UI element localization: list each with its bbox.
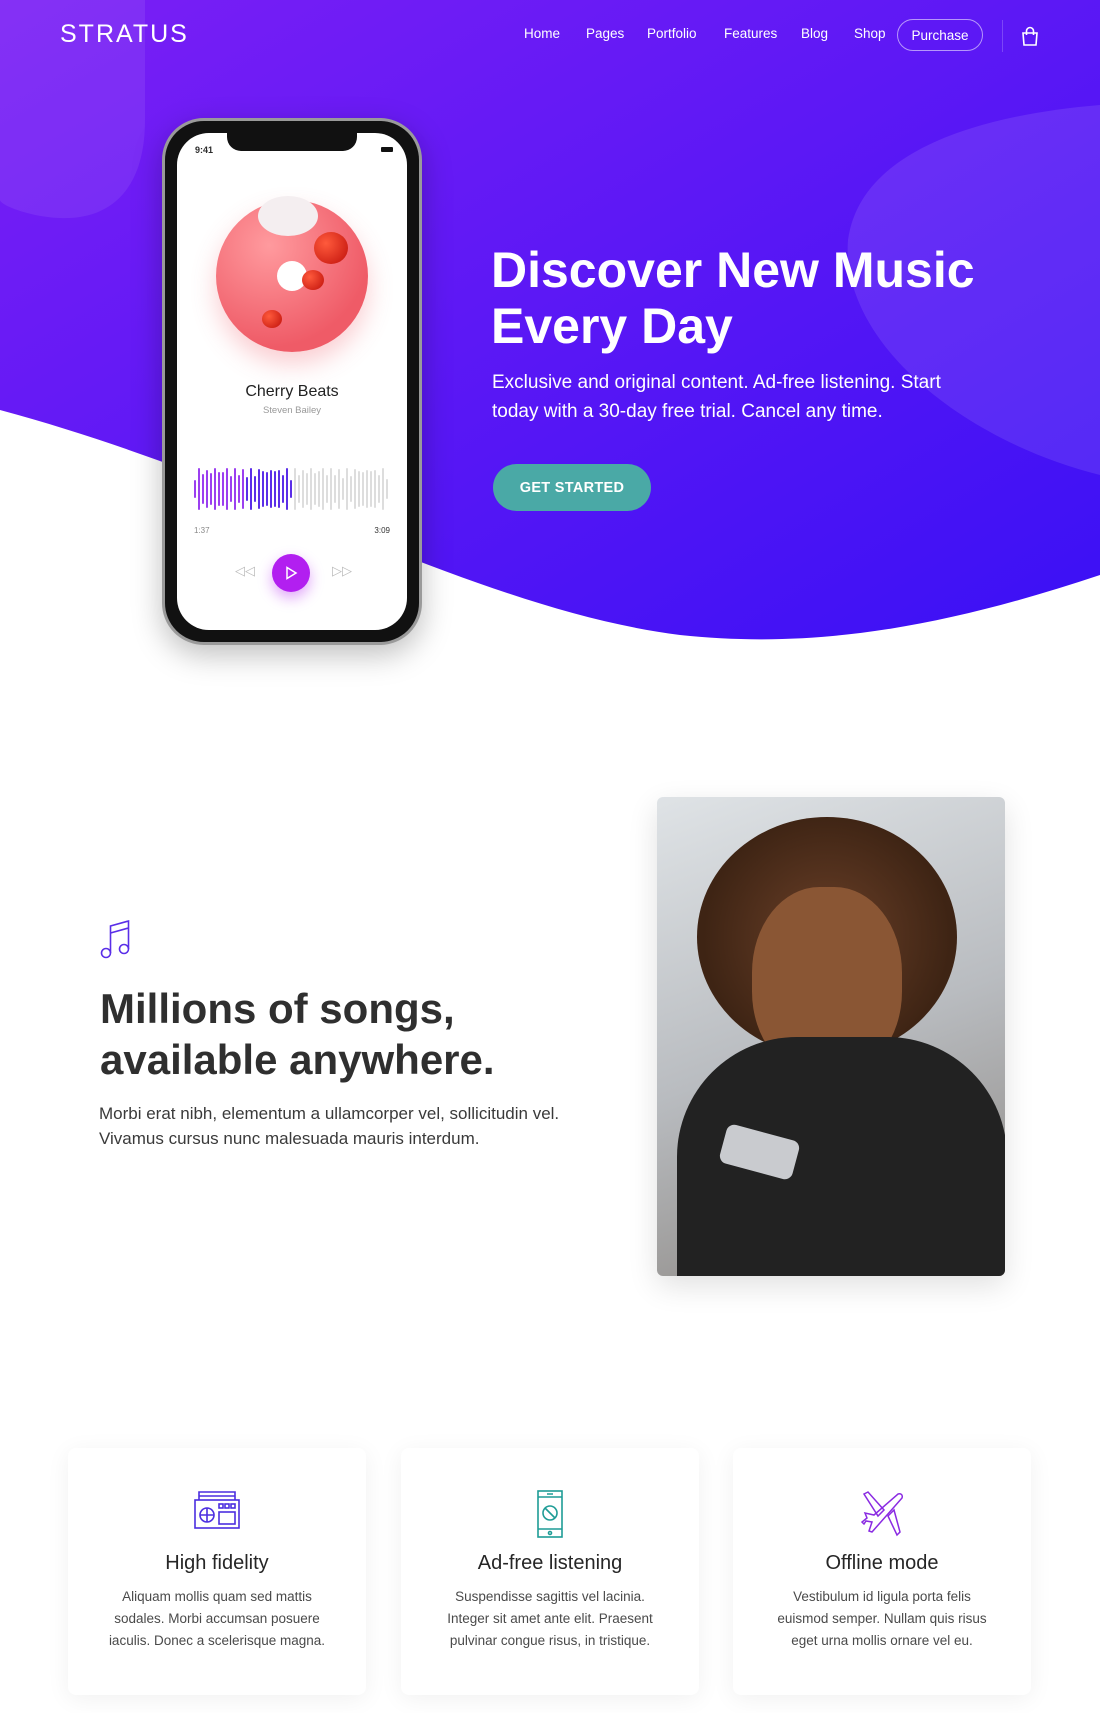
waveform-bar bbox=[266, 471, 268, 506]
waveform-bar bbox=[194, 480, 196, 498]
waveform-bar bbox=[338, 469, 340, 509]
airplane-icon bbox=[860, 1491, 903, 1537]
waveform-bar bbox=[326, 475, 328, 503]
nav-shop[interactable]: Shop bbox=[854, 26, 886, 41]
waveform-bar bbox=[290, 479, 292, 499]
nav-home[interactable]: Home bbox=[524, 26, 560, 41]
feature-title: High fidelity bbox=[165, 1552, 269, 1574]
feature-text: Aliquam mollis quam sed mattis sodales. … bbox=[108, 1589, 326, 1648]
waveform-bar bbox=[258, 468, 260, 510]
feature-title: Offline mode bbox=[825, 1552, 939, 1574]
shopping-bag-icon[interactable] bbox=[1021, 26, 1039, 46]
waveform-bar bbox=[198, 468, 200, 510]
waveform-bar bbox=[354, 468, 356, 510]
waveform-bar bbox=[346, 468, 348, 510]
waveform-bar bbox=[274, 471, 276, 507]
waveform-bar bbox=[334, 474, 336, 504]
waveform-bar bbox=[278, 470, 280, 508]
nav-blog[interactable]: Blog bbox=[801, 26, 828, 41]
waveform-bar bbox=[210, 473, 212, 505]
feature-card-ad-free: Ad-free listening Suspendisse sagittis v… bbox=[401, 1448, 699, 1695]
waveform-bar bbox=[366, 470, 368, 508]
phone-mockup: 9:41 Cherry Beats Steven Bailey 1:37 3:0… bbox=[162, 118, 422, 645]
waveform-bar bbox=[374, 470, 376, 508]
feature-card-offline: Offline mode Vestibulum id ligula porta … bbox=[733, 1448, 1031, 1695]
waveform-bar bbox=[242, 469, 244, 509]
nav-pages[interactable]: Pages bbox=[586, 26, 624, 41]
waveform-bar bbox=[250, 468, 252, 510]
waveform-bar bbox=[206, 469, 208, 509]
track-artist: Steven Bailey bbox=[262, 405, 322, 416]
waveform-bar bbox=[318, 471, 320, 507]
waveform-bar bbox=[230, 475, 232, 503]
radio-icon bbox=[194, 1491, 240, 1529]
waveform-bar bbox=[370, 470, 372, 508]
waveform-bar bbox=[322, 468, 324, 510]
waveform-bar bbox=[218, 472, 220, 506]
feature-text: Suspendisse sagittis vel lacinia. Intege… bbox=[447, 1589, 653, 1648]
get-started-button[interactable]: GET STARTED bbox=[493, 464, 651, 511]
section-title: Millions of songs, available anywhere. bbox=[100, 985, 495, 1083]
waveform-bar bbox=[350, 476, 352, 502]
feature-title: Ad-free listening bbox=[477, 1552, 623, 1574]
waveform-bar bbox=[246, 477, 248, 501]
waveform-progress[interactable] bbox=[194, 467, 390, 511]
battery-icon bbox=[381, 147, 393, 152]
waveform-bar bbox=[294, 468, 296, 510]
waveform-bar bbox=[214, 468, 216, 510]
play-button[interactable] bbox=[272, 554, 310, 592]
waveform-bar bbox=[270, 470, 272, 508]
hero-subtitle: Exclusive and original content. Ad-free … bbox=[492, 372, 941, 422]
waveform-bar bbox=[298, 474, 300, 504]
waveform-bar bbox=[342, 477, 344, 501]
nav-portfolio[interactable]: Portfolio bbox=[647, 26, 697, 41]
track-title: Cherry Beats bbox=[245, 383, 339, 400]
waveform-bar bbox=[238, 475, 240, 503]
waveform-bar bbox=[222, 471, 224, 507]
nav-features[interactable]: Features bbox=[724, 26, 777, 41]
rewind-icon[interactable]: ◁◁ bbox=[235, 563, 255, 579]
waveform-bar bbox=[386, 479, 388, 499]
waveform-bar bbox=[314, 472, 316, 506]
status-time: 9:41 bbox=[195, 145, 214, 155]
waveform-bar bbox=[306, 473, 308, 505]
waveform-bar bbox=[378, 474, 380, 504]
elapsed-time: 1:37 bbox=[194, 526, 210, 535]
waveform-bar bbox=[362, 471, 364, 507]
play-icon bbox=[286, 566, 298, 580]
hero-title: Discover New Music Every Day bbox=[491, 242, 975, 354]
no-ads-phone-icon bbox=[537, 1490, 563, 1538]
waveform-bar bbox=[202, 474, 204, 504]
waveform-bar bbox=[302, 469, 304, 509]
fast-forward-icon[interactable]: ▷▷ bbox=[332, 563, 352, 579]
waveform-bar bbox=[226, 468, 228, 510]
waveform-bar bbox=[234, 468, 236, 510]
waveform-bar bbox=[282, 475, 284, 503]
waveform-bar bbox=[382, 468, 384, 510]
waveform-bar bbox=[262, 470, 264, 508]
waveform-bar bbox=[254, 476, 256, 502]
duration-time: 3:09 bbox=[374, 526, 390, 535]
feature-text: Vestibulum id ligula porta felis euismod… bbox=[777, 1589, 987, 1648]
waveform-bar bbox=[286, 468, 288, 510]
feature-card-high-fidelity: High fidelity Aliquam mollis quam sed ma… bbox=[68, 1448, 366, 1695]
waveform-bar bbox=[358, 470, 360, 508]
purchase-button[interactable]: Purchase bbox=[897, 19, 983, 51]
waveform-bar bbox=[330, 468, 332, 510]
waveform-bar bbox=[310, 468, 312, 510]
main-nav: Home Pages Portfolio Features Blog Shop … bbox=[0, 19, 1100, 54]
album-art bbox=[216, 196, 368, 352]
nav-divider bbox=[1002, 20, 1003, 52]
music-note-icon bbox=[100, 919, 130, 959]
woman-with-phone-photo bbox=[657, 797, 1005, 1276]
section-text: Morbi erat nibh, elementum a ullamcorper… bbox=[99, 1104, 560, 1148]
